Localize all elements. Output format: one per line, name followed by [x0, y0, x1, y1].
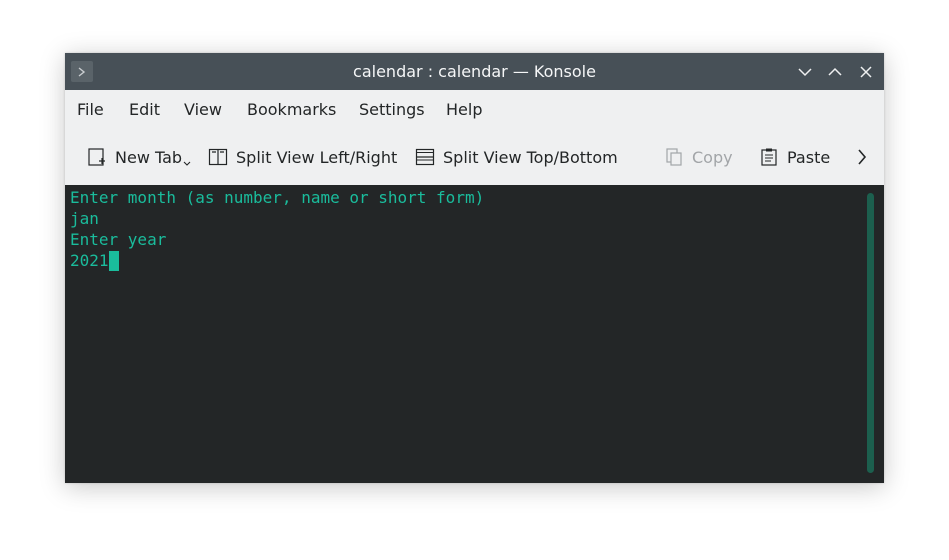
copy-button[interactable]: Copy	[664, 145, 733, 169]
chevron-down-icon	[798, 68, 812, 77]
split-left-right-label: Split View Left/Right	[236, 147, 398, 167]
split-left-right-button[interactable]: Split View Left/Right	[208, 145, 397, 169]
minimize-button[interactable]	[794, 61, 816, 83]
dropdown-arrow-icon	[183, 161, 191, 166]
close-icon	[860, 66, 872, 78]
new-tab-icon	[88, 148, 105, 166]
split-top-bottom-button[interactable]: Split View Top/Bottom	[415, 145, 618, 169]
split-horizontal-icon	[415, 148, 435, 166]
menu-file[interactable]: File	[77, 100, 104, 119]
menu-view[interactable]: View	[184, 100, 222, 119]
paste-icon	[761, 148, 777, 166]
paste-label: Paste	[787, 147, 831, 167]
close-button[interactable]	[855, 61, 877, 83]
terminal-scrollbar[interactable]	[867, 193, 874, 473]
menu-bar: File Edit View Bookmarks Settings Help	[65, 90, 884, 128]
terminal-line: Enter month (as number, name or short fo…	[70, 188, 485, 207]
paste-button[interactable]: Paste	[759, 145, 830, 169]
menu-help[interactable]: Help	[446, 100, 482, 119]
new-tab-button[interactable]: New Tab	[87, 145, 191, 169]
split-top-bottom-label: Split View Top/Bottom	[443, 147, 618, 167]
split-vertical-icon	[208, 148, 228, 166]
window-title: calendar : calendar — Konsole	[353, 62, 596, 81]
menu-edit[interactable]: Edit	[129, 100, 160, 119]
new-tab-label: New Tab	[115, 147, 183, 167]
konsole-window: calendar : calendar — Konsole File Edit …	[65, 53, 884, 483]
terminal-view[interactable]: Enter month (as number, name or short fo…	[65, 185, 884, 483]
toolbar-overflow-button[interactable]	[855, 145, 877, 169]
maximize-button[interactable]	[824, 61, 846, 83]
text-cursor	[108, 251, 119, 271]
title-bar[interactable]: calendar : calendar — Konsole	[65, 53, 884, 90]
terminal-line: jan	[70, 209, 99, 228]
terminal-line: Enter year	[70, 230, 167, 249]
chevron-right-icon	[858, 149, 867, 165]
terminal-input-text: 2021	[70, 251, 109, 270]
chevron-up-icon	[828, 67, 842, 76]
copy-icon	[666, 148, 682, 166]
copy-label: Copy	[692, 147, 733, 167]
menu-bookmarks[interactable]: Bookmarks	[247, 100, 336, 119]
menu-settings[interactable]: Settings	[359, 100, 425, 119]
main-toolbar: New Tab Split View Left/Right Split View…	[65, 128, 884, 185]
terminal-input-line: 2021	[70, 250, 119, 271]
